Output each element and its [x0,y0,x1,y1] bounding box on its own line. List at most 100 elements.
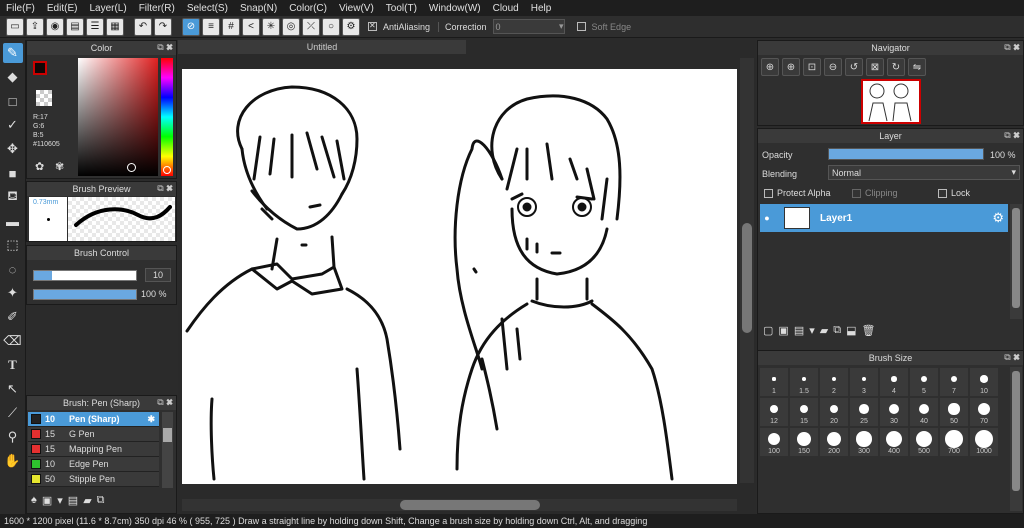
horizontal-scroll-thumb[interactable] [400,500,540,510]
rotate-left-icon[interactable]: ↺ [845,58,863,76]
brush-settings-icon[interactable]: ♠ [31,494,37,507]
snap-circle-icon[interactable]: ○ [322,17,340,36]
brush-size-cell[interactable]: 100 [760,428,788,456]
brush-size-cell[interactable]: 40 [910,398,938,426]
brush-size-cell[interactable]: 400 [880,428,908,456]
brush-size-cell[interactable]: 5 [910,368,938,396]
brush-folder-icon[interactable]: ▰ [83,494,91,507]
lasso-tool-icon[interactable]: ◌ [3,259,23,279]
brush-size-cell[interactable]: 700 [940,428,968,456]
menu-item[interactable]: View(V) [333,3,380,14]
merge-layer-icon[interactable]: ⬓ [846,324,856,337]
divide-tool-icon[interactable]: ⟋ [3,403,23,423]
open-file-icon[interactable]: ⇪ [26,17,44,36]
save-icon[interactable]: ▤ [66,17,84,36]
brush-opacity-slider[interactable] [33,289,137,300]
undo-icon[interactable]: ↶ [134,17,152,36]
select-eraser-tool-icon[interactable]: ⌫ [3,331,23,351]
delete-layer-icon[interactable]: 🗑 [861,324,875,337]
brush-size-cell[interactable]: 10 [970,368,998,396]
brush-size-cell[interactable]: 2 [820,368,848,396]
flip-icon[interactable]: ⇋ [908,58,926,76]
layer-opacity-slider[interactable] [828,148,984,160]
vertical-scrollbar[interactable] [740,58,754,483]
fill-rect-tool-icon[interactable]: ■ [3,163,23,183]
zoom-in-step-icon[interactable]: ⊕ [782,58,800,76]
comment-icon[interactable]: ◉ [46,17,64,36]
color-picker-cursor[interactable] [127,163,136,172]
hue-slider-handle[interactable] [163,166,171,174]
snap-perspective-icon[interactable]: < [242,17,260,36]
brush-size-cell[interactable]: 30 [880,398,908,426]
horizontal-scrollbar[interactable] [182,499,737,511]
antialiasing-checkbox[interactable] [368,21,377,31]
brush-size-cell[interactable]: 15 [790,398,818,426]
brush-size-scrollbar[interactable] [1010,367,1022,511]
brush-list-scroll-thumb[interactable] [163,428,172,442]
brush-size-cell[interactable]: 25 [850,398,878,426]
brush-size-value[interactable]: 10 [145,268,171,282]
select-pen-tool-icon[interactable]: ✐ [3,307,23,327]
layer-scrollbar[interactable] [1010,204,1022,319]
brush-size-scroll-thumb[interactable] [1012,371,1020,491]
hue-slider[interactable] [161,58,173,176]
eyedropper-tool-icon[interactable]: ⚲ [3,427,23,447]
soft-edge-checkbox[interactable] [576,22,586,31]
menu-item[interactable]: Tool(T) [380,3,423,14]
reset-view-icon[interactable]: ⊠ [866,58,884,76]
brush-size-slider[interactable] [33,270,137,281]
new-layer-icon[interactable]: ▢ [763,324,773,337]
snap-curve-icon[interactable]: ⤫ [302,17,320,36]
brush-size-cell[interactable]: 1000 [970,428,998,456]
zoom-out-icon[interactable]: ⊖ [824,58,842,76]
brush-size-cell[interactable]: 150 [790,428,818,456]
menu-item[interactable]: File(F) [0,3,41,14]
panel-controls-icon[interactable]: ⧉ ✖ [157,397,173,408]
new-halftone-layer-icon[interactable]: ▣ [778,324,788,337]
hand-tool-icon[interactable]: ✋ [3,451,23,471]
brush-list-scrollbar[interactable] [162,412,173,488]
zoom-in-icon[interactable]: ⊕ [761,58,779,76]
panel-controls-icon[interactable]: ⧉ ✖ [1004,42,1020,53]
gradient-tool-icon[interactable]: ▬ [3,211,23,231]
menu-item[interactable]: Layer(L) [83,3,132,14]
brush-file-icon[interactable]: ▤ [68,494,78,507]
new-canvas-icon[interactable]: ▭ [6,17,24,36]
correction-select[interactable]: 0 ▾ [492,19,565,34]
navigator-thumbnail[interactable] [861,79,921,124]
brush-size-cell[interactable]: 70 [970,398,998,426]
brush-list-item[interactable]: 15 Mapping Pen [28,442,159,457]
protect-alpha-checkbox[interactable] [764,188,773,198]
menu-item[interactable]: Select(S) [181,3,234,14]
transparent-color-swatch[interactable] [36,90,52,106]
rotate-right-icon[interactable]: ↻ [887,58,905,76]
duplicate-layer-icon[interactable]: ⧉ [833,324,841,337]
brush-settings-gear-icon[interactable]: ✱ [147,414,155,425]
brush-list-item[interactable]: 10 Edge Pen [28,457,159,472]
brush-size-cell[interactable]: 50 [940,398,968,426]
brush-copy-icon[interactable]: ▣ [42,494,52,507]
new-folder-icon[interactable]: ▰ [820,324,828,337]
panel-controls-icon[interactable]: ⧉ ✖ [1004,352,1020,363]
layer-row[interactable]: ● Layer1 ⚙ [760,204,1008,232]
text-tool-icon[interactable]: T [3,355,23,375]
add-layer-menu-icon[interactable]: ▾ [809,324,815,337]
snap-grid-icon[interactable]: # [222,17,240,36]
document-tab[interactable]: Untitled [178,40,466,54]
blending-select[interactable]: Normal ▾ [828,165,1020,180]
brush-duplicate-icon[interactable]: ⧉ [97,494,105,507]
menu-item[interactable]: Snap(N) [234,3,283,14]
rectangle-select-tool-icon[interactable]: □ [3,91,23,111]
snap-off-icon[interactable]: ⊘ [182,17,200,36]
panel-controls-icon[interactable]: ⧉ ✖ [157,183,173,194]
snap-parallel-icon[interactable]: ≡ [202,17,220,36]
snap-radial-icon[interactable]: ✳ [262,17,280,36]
brush-size-cell[interactable]: 500 [910,428,938,456]
color-mixer-icon[interactable]: ✾ [55,160,64,173]
brush-size-cell[interactable]: 1 [760,368,788,396]
panel-controls-icon[interactable]: ⧉ ✖ [1004,130,1020,141]
brush-list-item[interactable]: 15 G Pen [28,427,159,442]
operation-tool-icon[interactable]: ↖ [3,379,23,399]
menu-item[interactable]: Cloud [487,3,525,14]
menu-item[interactable]: Help [525,3,558,14]
